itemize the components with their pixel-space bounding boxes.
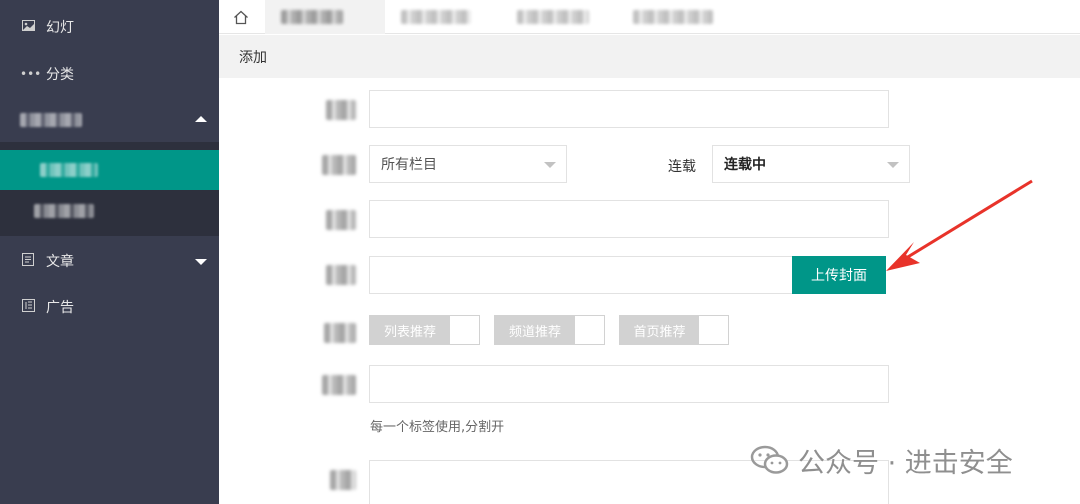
dots-icon: ••• (20, 67, 42, 81)
watermark: 公众号 · 进击安全 (750, 440, 1013, 480)
home-tab[interactable] (219, 0, 263, 34)
switch-label: 频道推荐 (495, 316, 575, 344)
ad-icon (20, 299, 36, 315)
image-icon (20, 20, 36, 34)
field-label-blurred (324, 323, 356, 343)
tags-hint: 每一个标签使用,分割开 (370, 420, 505, 435)
category-select-value: 所有栏目 (381, 157, 437, 173)
home-icon (234, 10, 248, 24)
chevron-down-icon (544, 162, 556, 168)
page-title: 添加 (239, 49, 267, 66)
breadcrumb: 添加 (219, 35, 1080, 78)
field-label-blurred (326, 100, 356, 120)
caret-up-icon (195, 116, 207, 122)
switch-label: 列表推荐 (370, 316, 450, 344)
home-recommend-switch[interactable]: 首页推荐 (619, 315, 729, 345)
sidebar-item-slides[interactable]: 幻灯 (0, 4, 219, 50)
author-input[interactable] (369, 200, 889, 238)
tab[interactable] (385, 0, 501, 34)
field-label-blurred (322, 155, 356, 175)
serial-label: 连载 (668, 159, 696, 175)
sidebar-item-blurred-group[interactable] (0, 97, 219, 143)
tags-input[interactable] (369, 365, 889, 403)
serial-select-value: 连载中 (724, 157, 766, 173)
watermark-text: 公众号 · 进击安全 (798, 447, 1013, 479)
sidebar-subitem-active[interactable] (0, 150, 219, 190)
caret-down-icon (195, 259, 207, 265)
field-label-blurred (326, 265, 356, 285)
sidebar-item-label: 文章 (46, 254, 74, 270)
field-label-blurred (330, 470, 356, 490)
blurred-label (20, 113, 82, 127)
sidebar-item-label: 广告 (46, 300, 74, 316)
category-select[interactable]: 所有栏目 (369, 145, 567, 183)
field-label-blurred (326, 210, 356, 230)
list-recommend-switch[interactable]: 列表推荐 (369, 315, 480, 345)
sidebar-item-label: 幻灯 (46, 20, 74, 36)
blurred-label (633, 10, 713, 24)
chevron-down-icon (887, 162, 899, 168)
switch-label: 首页推荐 (620, 316, 699, 344)
blurred-label (34, 204, 94, 218)
blurred-label (517, 10, 589, 24)
sidebar-item-article[interactable]: 文章 (0, 238, 219, 284)
sidebar: 幻灯 ••• 分类 文章 广告 (0, 0, 219, 504)
wechat-logo-icon (750, 445, 790, 475)
sidebar-item-category[interactable]: ••• 分类 (0, 51, 219, 97)
tab[interactable] (501, 0, 617, 34)
sidebar-item-label: 分类 (46, 67, 74, 83)
tab-bar (219, 0, 1080, 34)
blurred-label (401, 10, 471, 24)
channel-recommend-switch[interactable]: 频道推荐 (494, 315, 605, 345)
tab[interactable] (617, 0, 737, 34)
title-input[interactable] (369, 90, 889, 128)
field-label-blurred (322, 375, 356, 395)
sidebar-subitem[interactable] (0, 190, 219, 234)
red-arrow-annotation (886, 179, 1033, 271)
cover-input[interactable] (369, 256, 793, 294)
blurred-label (40, 163, 98, 177)
sidebar-item-ads[interactable]: 广告 (0, 284, 219, 330)
document-icon (20, 253, 36, 269)
blurred-label (281, 10, 343, 24)
tab-active[interactable] (265, 0, 385, 34)
